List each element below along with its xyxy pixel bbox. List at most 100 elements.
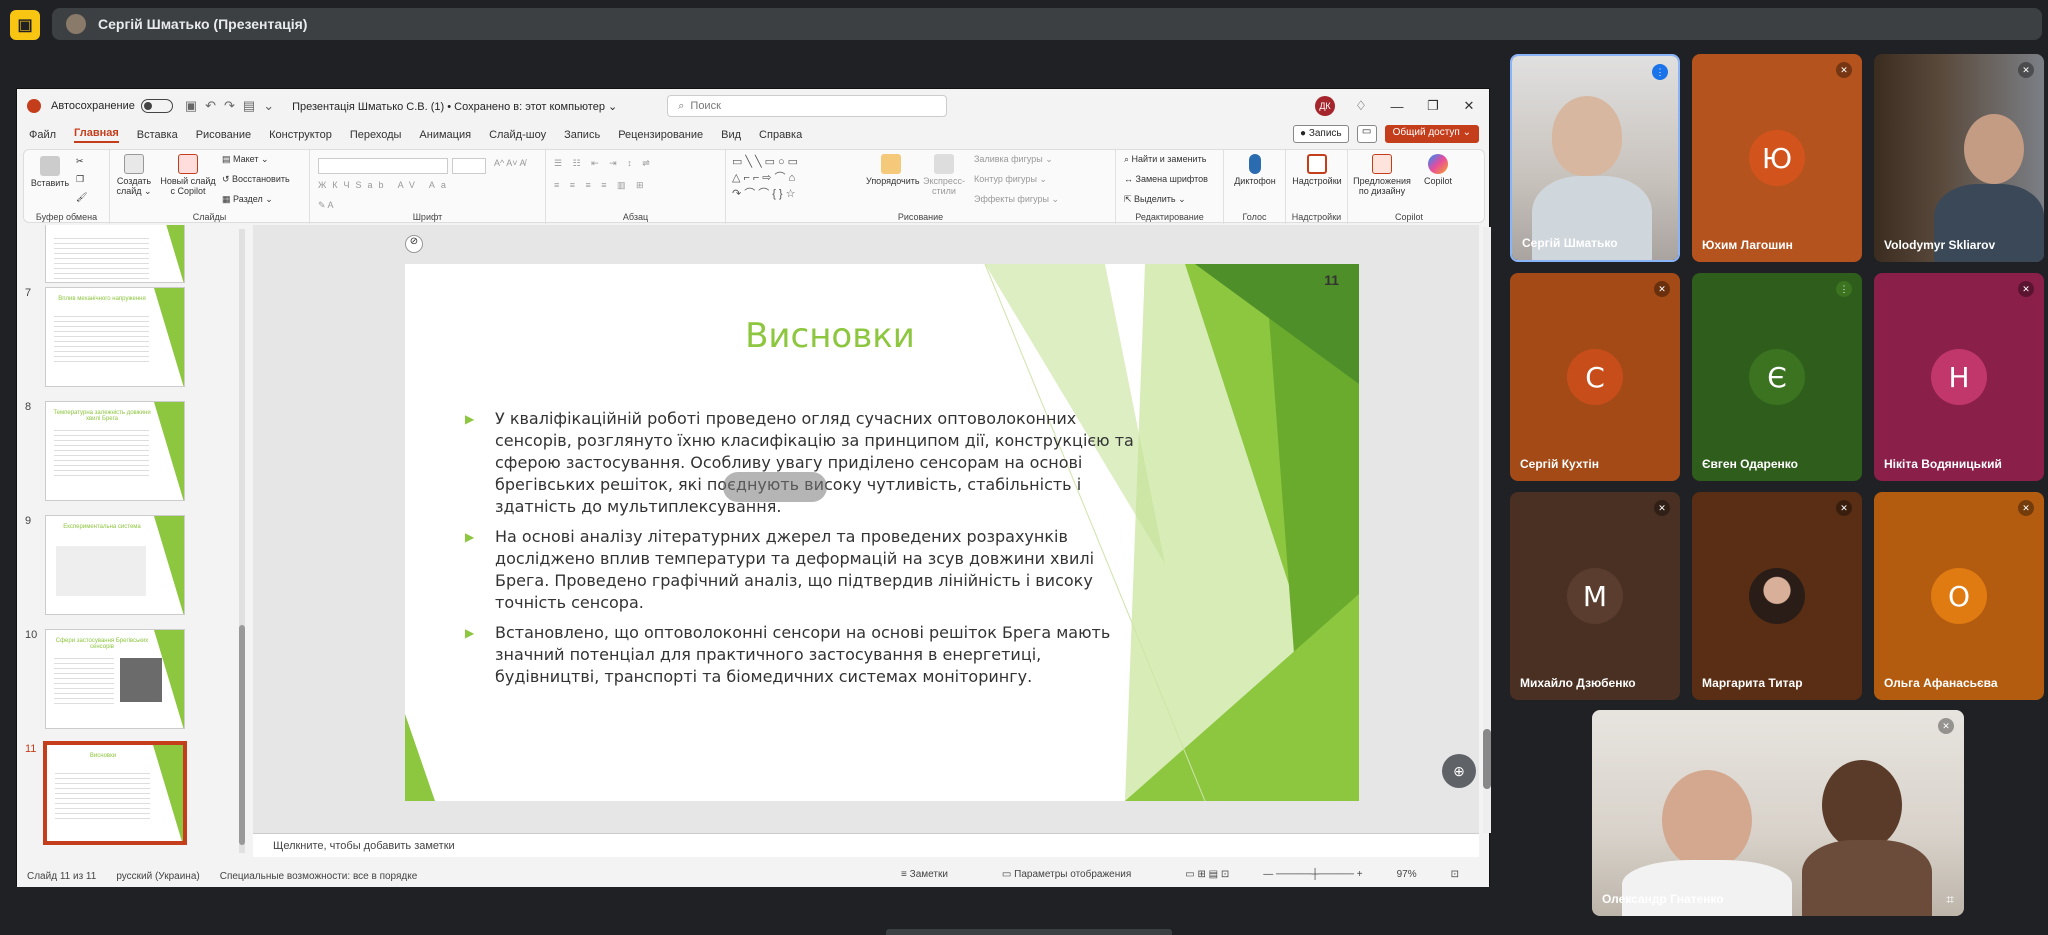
tab-animations[interactable]: Анимация [419, 129, 471, 141]
font-color-icons[interactable]: ✎ A [318, 200, 334, 211]
participant-tile[interactable]: Ю ✕ Юхим Лагошин [1692, 54, 1862, 262]
share-button[interactable]: Общий доступ ⌄ [1384, 125, 1479, 143]
participant-name: Нікіта Водяницький [1884, 457, 2002, 471]
bullet-item: На основі аналізу літературних джерел та… [465, 526, 1145, 614]
quick-access-icons[interactable]: ▣↶↷▤⌄ [185, 98, 282, 114]
zoom-level[interactable]: 97% [1397, 869, 1417, 880]
section-button[interactable]: ▦ Раздел ⌄ [222, 194, 273, 205]
tab-draw[interactable]: Рисование [196, 129, 251, 141]
tab-slideshow[interactable]: Слайд-шоу [489, 129, 546, 141]
presenter-label: Сергій Шматько (Презентація) [98, 16, 308, 32]
shape-outline-button[interactable]: Контур фигуры ⌄ [974, 174, 1047, 185]
participant-name: Сергій Кухтін [1520, 457, 1599, 471]
lightbulb-icon[interactable]: ♢ [1351, 98, 1371, 114]
notes-button[interactable]: ≡ Заметки [901, 869, 968, 880]
addins-button[interactable]: Надстройки [1292, 154, 1342, 186]
list-icons[interactable]: ☰ ☷ ⇤ ⇥ ↕ ⇌ [554, 158, 654, 169]
reset-button[interactable]: ↺ Восстановить [222, 174, 290, 185]
participant-tile[interactable]: О ✕ Ольга Афанасьєва [1874, 492, 2044, 700]
tab-review[interactable]: Рецензирование [618, 129, 703, 141]
comments-button[interactable]: ▭ [1356, 125, 1377, 143]
participant-face [1552, 96, 1622, 176]
font-format-icons[interactable]: ЖКЧSab AV Aa [318, 180, 452, 190]
shape-effects-button[interactable]: Эффекты фигуры ⌄ [974, 194, 1059, 205]
participant-tile[interactable]: С ✕ Сергій Кухтін [1510, 273, 1680, 481]
participant-tile[interactable]: ✕ Маргарита Титар [1692, 492, 1862, 700]
presentation-indicator-icon[interactable]: ▣ [10, 10, 40, 40]
featured-participant-tile[interactable]: ✕ Олександр Гнатенко ⌗ [1592, 710, 1964, 916]
replace-fonts-button[interactable]: ↔ Замена шрифтов [1124, 174, 1208, 184]
format-painter-icon[interactable]: 🖌 [76, 192, 87, 203]
font-grow-icon[interactable]: A^ A˅ A̸ [494, 158, 526, 168]
crop-icon[interactable]: ⌗ [1946, 891, 1954, 908]
tab-design[interactable]: Конструктор [269, 129, 332, 141]
dictate-button[interactable]: Диктофон [1230, 154, 1280, 186]
search-input[interactable]: ⌕ Поиск [667, 95, 948, 117]
participant-tile[interactable]: М ✕ Михайло Дзюбенко [1510, 492, 1680, 700]
tab-help[interactable]: Справка [759, 129, 802, 141]
accessibility-status[interactable]: Специальные возможности: все в порядке [220, 871, 418, 882]
slide-thumbnail[interactable]: Температурна залежність довжини хвилі Бр… [45, 401, 185, 501]
thumbnail-decoration [154, 225, 184, 282]
select-button[interactable]: ⇱ Выделить ⌄ [1124, 194, 1186, 205]
slide-bullet-list[interactable]: У кваліфікаційній роботі проведено огляд… [465, 408, 1145, 696]
find-replace-button[interactable]: ⌕ Найти и заменить [1124, 154, 1206, 165]
presenter-banner[interactable]: Сергій Шматько (Презентація) [52, 8, 2042, 40]
font-family-select[interactable] [318, 158, 448, 174]
record-button[interactable]: ● Запись [1293, 125, 1349, 143]
view-buttons[interactable]: ▭ ⊞ ▤ ⊡ [1185, 869, 1229, 880]
accessibility-icon[interactable]: ⊘ [405, 235, 423, 253]
tab-record[interactable]: Запись [564, 129, 600, 141]
layout-button[interactable]: ▤ Макет ⌄ [222, 154, 269, 165]
slide-thumbnail[interactable]: Експериментальна система [45, 515, 185, 615]
paste-button[interactable]: Вставить [30, 156, 70, 188]
close-icon[interactable]: ✕ [1459, 98, 1479, 114]
new-slide-button[interactable]: Создать слайд ⌄ [114, 154, 154, 197]
notes-field[interactable]: Щелкните, чтобы добавить заметки [253, 833, 1479, 857]
participant-tile[interactable]: ⋮ Сергій Шматько [1510, 54, 1680, 262]
participant-tile[interactable]: ✕ Volodymyr Skliarov [1874, 54, 2044, 262]
slide-title[interactable]: Висновки [655, 316, 1005, 356]
copilot-button[interactable]: Copilot [1418, 154, 1458, 186]
arrange-button[interactable]: Упорядочить [866, 154, 920, 186]
copilot-slide-icon [178, 154, 198, 174]
tab-view[interactable]: Вид [721, 129, 741, 141]
zoom-slider[interactable]: — ─────┼───── + [1263, 869, 1362, 880]
autosave-toggle[interactable] [140, 99, 173, 113]
participant-tile[interactable]: Н ✕ Нікіта Водяницький [1874, 273, 2044, 481]
cut-icon[interactable]: ✂ [76, 156, 84, 167]
display-settings-button[interactable]: ▭ Параметры отображения [1002, 869, 1151, 880]
fit-slide-icon[interactable]: ⊡ [1451, 869, 1459, 880]
tab-home[interactable]: Главная [74, 127, 119, 143]
maximize-icon[interactable]: ❐ [1423, 98, 1443, 114]
language-indicator[interactable]: русский (Украина) [116, 871, 199, 882]
thumbnail-decoration [154, 288, 184, 386]
paste-label: Вставить [30, 178, 70, 188]
tab-file[interactable]: Файл [29, 129, 56, 141]
copilot-slide-button[interactable]: Новый слайд с Copilot [158, 154, 218, 196]
slide-thumbnail[interactable]: Сфери застосування Брегівських сенсорів [45, 629, 185, 729]
record-label: Запись [1308, 128, 1342, 139]
quick-styles-button[interactable]: Экспресс-стили [922, 154, 966, 196]
shapes-gallery[interactable]: ▭╲╲▭○▭ △⌐⌐⇨⌒⌂ ↷⌒⌒{}☆ [732, 154, 852, 204]
user-avatar[interactable]: ДК [1315, 96, 1335, 116]
tab-insert[interactable]: Вставка [137, 129, 178, 141]
slide-thumbnail-selected[interactable]: Висновки [43, 741, 187, 845]
zoom-magnifier-button[interactable]: ⊕ [1442, 754, 1476, 788]
minimize-icon[interactable]: — [1387, 99, 1407, 114]
thumbnails-scrollbar-thumb[interactable] [239, 625, 245, 845]
current-slide[interactable]: 11 Висновки У кваліфікаційній роботі про… [405, 264, 1359, 801]
slide-thumbnail[interactable] [45, 225, 185, 283]
font-size-select[interactable] [452, 158, 486, 174]
designer-button[interactable]: Предложения по дизайну [1352, 154, 1412, 196]
participant-tile[interactable]: Є ⋮ Євген Одаренко [1692, 273, 1862, 481]
slide-thumbnail[interactable]: Вплив механічного напруження [45, 287, 185, 387]
align-icons[interactable]: ≡ ≡ ≡ ≡ ▥ ⊞ [554, 180, 648, 191]
canvas-scrollbar-thumb[interactable] [1483, 729, 1491, 789]
tab-transitions[interactable]: Переходы [350, 129, 402, 141]
file-title[interactable]: Презентація Шматько С.В. (1) • Сохранено… [292, 100, 617, 113]
thumbnail-number: 8 [25, 401, 32, 413]
copy-icon[interactable]: ❐ [76, 174, 84, 185]
shape-fill-button[interactable]: Заливка фигуры ⌄ [974, 154, 1053, 165]
participant-body [1802, 840, 1932, 916]
